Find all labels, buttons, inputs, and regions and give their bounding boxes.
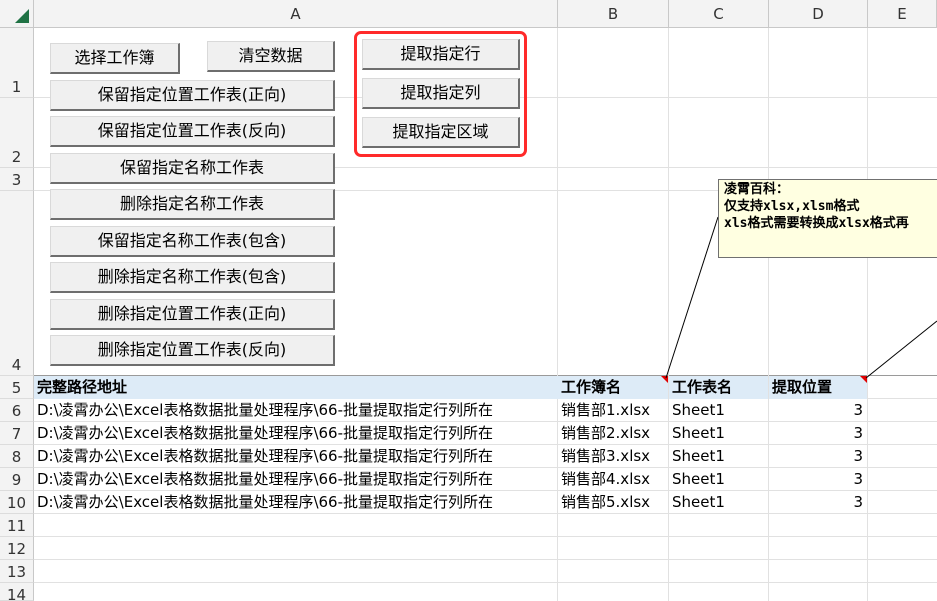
- comment-line-formats: 仅支持xlsx,xlsm格式: [724, 199, 860, 214]
- comment-line-title: 凌霄百科：: [724, 182, 790, 197]
- comment-connector-lines: [665, 216, 937, 379]
- comment-line-convert: xls格式需要转换成xlsx格式再: [724, 216, 909, 231]
- cell-comment-note[interactable]: 凌霄百科： 仅支持xlsx,xlsm格式 xls格式需要转换成xlsx格式再: [718, 179, 937, 258]
